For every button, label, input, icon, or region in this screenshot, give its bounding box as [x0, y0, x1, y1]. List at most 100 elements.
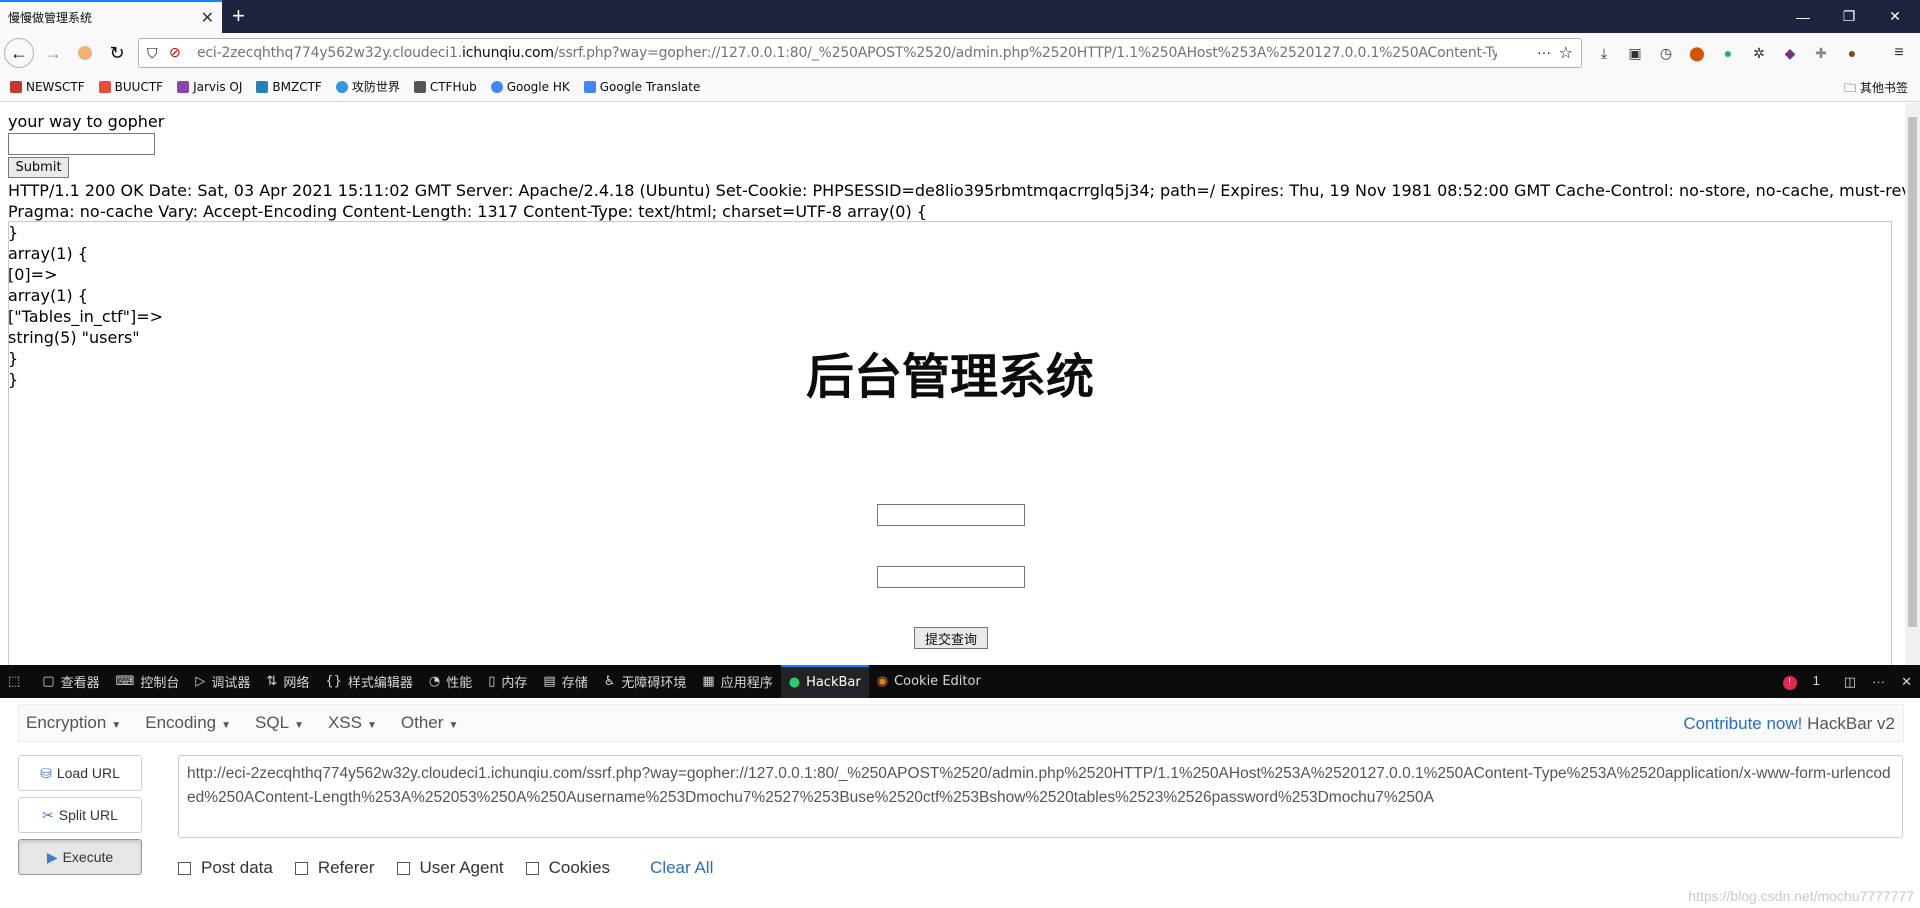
scrollbar-thumb[interactable]	[1908, 117, 1917, 627]
option-post-data[interactable]: Post data	[178, 858, 273, 878]
minimize-icon[interactable]: —	[1780, 0, 1826, 33]
dump-line: }	[8, 223, 19, 242]
devtools-tab-storage[interactable]: ▤ 存储	[535, 665, 595, 698]
option-cookies[interactable]: Cookies	[525, 858, 610, 878]
dump-line: array(1) {	[8, 244, 88, 263]
element-picker-button[interactable]: ⬚	[0, 665, 34, 698]
bookmark-ctfhub[interactable]: CTFHub	[413, 80, 477, 94]
execute-button[interactable]: ▶ Execute	[18, 839, 142, 875]
gopher-input[interactable]	[8, 133, 155, 155]
menu-sql[interactable]: SQL ▼	[255, 713, 304, 733]
menu-encoding[interactable]: Encoding ▼	[145, 713, 231, 733]
bookmark-google-hk[interactable]: Google HK	[490, 80, 570, 94]
forward-arrow-icon: →	[44, 42, 62, 63]
page-scrollbar[interactable]	[1905, 103, 1920, 665]
folder-icon: 🗀	[1844, 81, 1860, 95]
shield-icon[interactable]: ⛉	[147, 45, 158, 62]
clear-all-button[interactable]: Clear All	[650, 858, 713, 878]
devtools-tab-console[interactable]: ⌨ 控制台	[108, 665, 188, 698]
browser-tab[interactable]: 慢慢做管理系统 ✕	[0, 0, 222, 33]
bookmark-bmzctf[interactable]: BMZCTF	[256, 80, 322, 94]
extension-toggle-icon[interactable]: ●	[1719, 44, 1737, 62]
bookmark-star-icon[interactable]: ☆	[1559, 43, 1573, 63]
history-icon[interactable]: ◷	[1657, 44, 1675, 62]
checkbox[interactable]	[396, 861, 410, 875]
caret-down-icon: ▼	[221, 720, 232, 731]
checkbox[interactable]	[294, 861, 308, 875]
dump-line: }	[8, 370, 19, 389]
url-path: /ssrf.php?way=gopher://127.0.0.1:80/_%25…	[553, 45, 1497, 61]
downloads-icon[interactable]: ⤓	[1595, 44, 1613, 62]
admin-username-input[interactable]	[877, 504, 1025, 526]
cookie-extension-icon[interactable]: ●	[1843, 44, 1861, 62]
google-translate-icon	[583, 80, 596, 93]
style-editor-icon: {}	[325, 674, 342, 689]
extension-avatar-icon[interactable]	[70, 38, 100, 68]
bookmark-favicon-icon	[335, 80, 348, 93]
new-tab-button[interactable]: +	[232, 2, 245, 30]
bookmark-favicon-icon	[413, 80, 426, 93]
load-url-button[interactable]: ⛁ Load URL	[18, 755, 142, 791]
devtools-more-button[interactable]: ···	[1872, 674, 1885, 689]
devtools-tab-debugger[interactable]: ▷ 调试器	[187, 665, 258, 698]
menu-other[interactable]: Other ▼	[401, 713, 458, 733]
devtools-tab-hackbar[interactable]: ● HackBar	[780, 665, 869, 698]
network-icon: ⇅	[266, 674, 278, 689]
bookmark-jarvis-oj[interactable]: Jarvis OJ	[177, 80, 242, 94]
option-referer[interactable]: Referer	[294, 858, 375, 878]
error-counter[interactable]: ! 1	[1775, 673, 1828, 690]
devtools-tab-inspector[interactable]: ▢ 查看器	[34, 665, 107, 698]
devtools-tab-accessibility[interactable]: ♿ 无障碍环境	[596, 665, 695, 698]
url-text: eci-2zecqhthq774y562w32y.cloudeci1.ichun…	[197, 45, 1497, 61]
hackbar-version: HackBar v2	[1807, 714, 1895, 733]
devtools-tab-performance[interactable]: ◔ 性能	[421, 665, 480, 698]
close-window-icon[interactable]: ✕	[1872, 0, 1918, 33]
bookmark-google-translate[interactable]: Google Translate	[583, 80, 700, 94]
checkbox[interactable]	[178, 861, 191, 875]
devtools-tab-application[interactable]: ▦ 应用程序	[694, 665, 780, 698]
other-bookmarks[interactable]: 🗀 其他书签	[1844, 79, 1908, 100]
devtools-tab-cookie-editor[interactable]: ◉ Cookie Editor	[869, 665, 989, 698]
bookmark-favicon-icon	[256, 80, 269, 93]
extension-puzzle-icon[interactable]: ✚	[1812, 44, 1830, 62]
forward-button[interactable]: →	[38, 38, 68, 68]
admin-submit-button[interactable]: 提交查询	[914, 627, 988, 649]
menu-encryption[interactable]: Encryption ▼	[26, 713, 121, 733]
caret-down-icon: ▼	[448, 720, 459, 731]
menu-hamburger-icon[interactable]: ≡	[1890, 44, 1908, 62]
url-bar[interactable]: ⛉ ⊘ eci-2zecqhthq774y562w32y.cloudeci1.i…	[138, 38, 1582, 68]
dock-side-icon[interactable]: ◫	[1844, 674, 1856, 690]
page-actions-button[interactable]: ···	[1537, 44, 1551, 60]
inspector-icon: ▢	[42, 674, 55, 689]
gopher-submit-button[interactable]: Submit	[8, 157, 69, 178]
bookmark-newsctf[interactable]: NEWSCTF	[10, 80, 85, 94]
extension-icon[interactable]: ⬤	[1688, 44, 1706, 62]
split-url-button[interactable]: ✂ Split URL	[18, 797, 142, 833]
extension-badge-icon[interactable]: ◆	[1781, 44, 1799, 62]
error-icon: !	[1782, 675, 1797, 690]
response-frame: 后台管理系统 提交查询	[8, 221, 1892, 665]
hackbar-options: Post data Referer User Agent Cookies Cle…	[178, 858, 713, 878]
option-user-agent[interactable]: User Agent	[396, 858, 504, 878]
page-heading: your way to gopher	[8, 112, 165, 131]
storage-icon: ▤	[543, 674, 556, 689]
contribute-link[interactable]: Contribute now!	[1683, 714, 1802, 733]
admin-password-input[interactable]	[877, 566, 1025, 588]
menu-xss[interactable]: XSS ▼	[328, 713, 377, 733]
checkbox[interactable]	[525, 861, 539, 875]
back-button[interactable]: ←	[4, 38, 34, 68]
restore-icon[interactable]: ❐	[1826, 0, 1872, 33]
devtools-close-icon[interactable]: ✕	[1901, 674, 1912, 690]
devtools-tab-style-editor[interactable]: {} 样式编辑器	[317, 665, 421, 698]
close-tab-icon[interactable]: ✕	[201, 8, 214, 28]
devtools-tab-memory[interactable]: ▯ 内存	[480, 665, 535, 698]
reload-button[interactable]: ↻	[102, 38, 132, 68]
bookmark-gongfang[interactable]: 攻防世界	[335, 78, 400, 95]
insecure-lock-icon[interactable]: ⊘	[169, 44, 181, 61]
devtools-tab-network[interactable]: ⇅ 网络	[258, 665, 317, 698]
bookmark-buuctf[interactable]: BUUCTF	[98, 80, 163, 94]
library-icon[interactable]: ▣	[1626, 44, 1644, 62]
settings-gear-icon[interactable]: ✲	[1750, 44, 1768, 62]
hackbar-url-textarea[interactable]: http://eci-2zecqhthq774y562w32y.cloudeci…	[178, 755, 1903, 838]
devtools-right-controls: ! 1 ◫ ··· ✕	[1767, 665, 1920, 698]
